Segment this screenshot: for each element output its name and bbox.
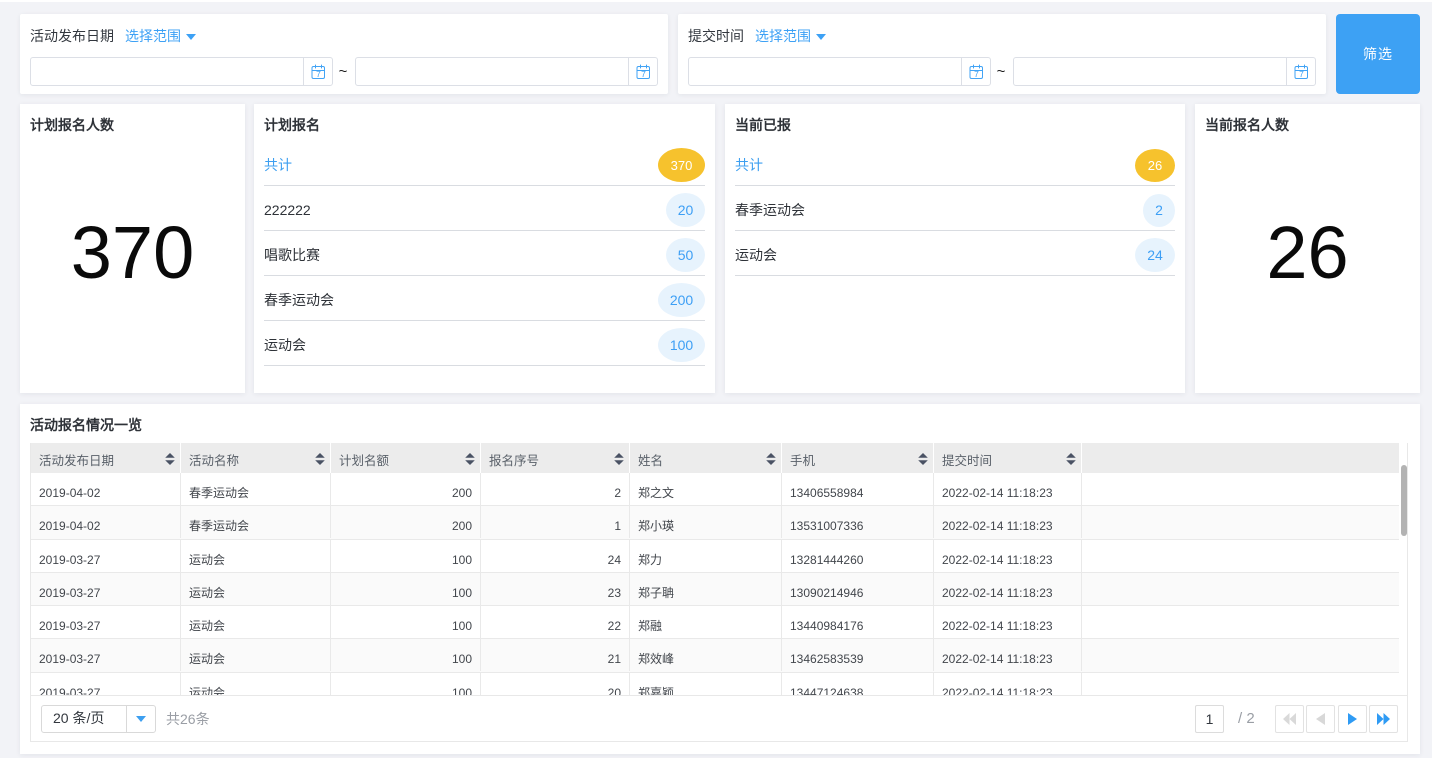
svg-text:7: 7 bbox=[974, 69, 979, 79]
svg-text:7: 7 bbox=[641, 69, 646, 79]
svg-text:7: 7 bbox=[1299, 69, 1304, 79]
svg-text:7: 7 bbox=[316, 69, 321, 79]
